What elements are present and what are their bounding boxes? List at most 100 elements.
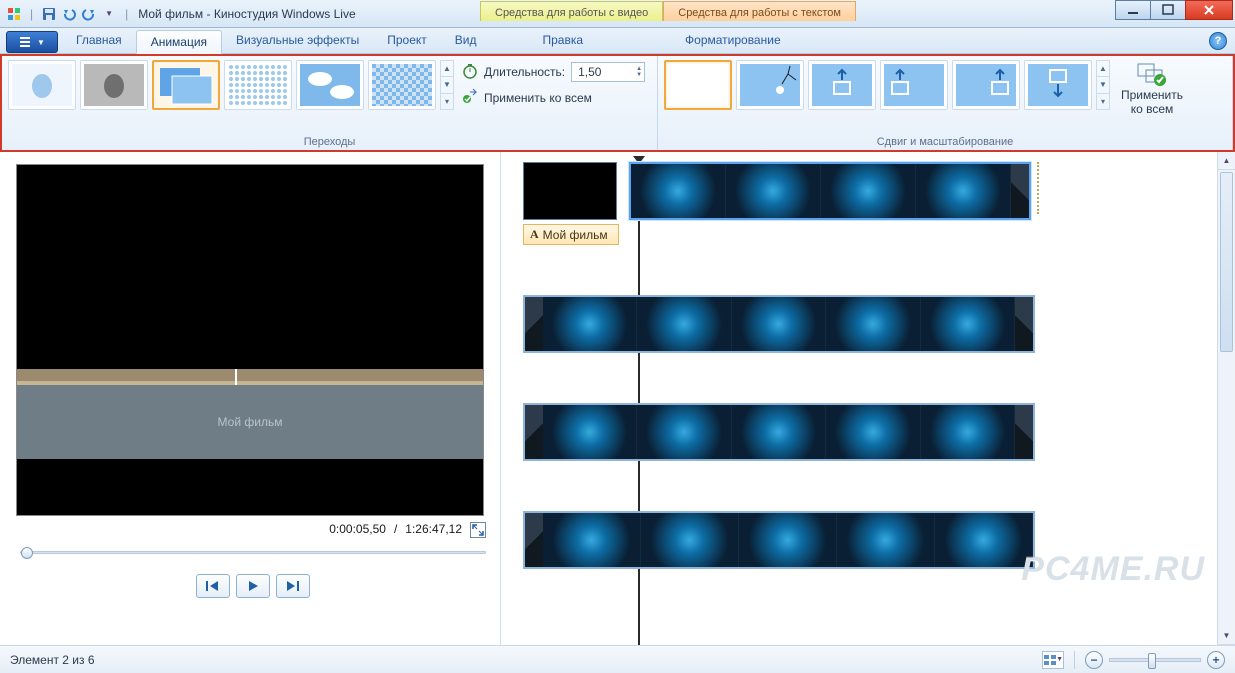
tab-home[interactable]: Главная: [62, 29, 136, 53]
transition-preset[interactable]: [224, 60, 292, 110]
duration-input[interactable]: 1,50 ▲▼: [571, 62, 645, 82]
close-button[interactable]: [1185, 0, 1233, 20]
preview-title-overlay: Мой фильм: [218, 415, 283, 429]
scrollbar-thumb[interactable]: [1220, 172, 1233, 352]
ribbon-panel: ▲▼▾ Длительность: 1,50 ▲▼ Применить ко в…: [0, 54, 1235, 152]
transition-preset[interactable]: [8, 60, 76, 110]
maximize-button[interactable]: [1150, 0, 1186, 20]
save-icon[interactable]: [41, 6, 57, 22]
timeline-clip[interactable]: [629, 162, 1031, 220]
timeline-clip[interactable]: [523, 295, 1035, 353]
transition-preset[interactable]: [296, 60, 364, 110]
tab-project[interactable]: Проект: [373, 29, 441, 53]
tab-animation[interactable]: Анимация: [136, 30, 222, 54]
scroll-down-icon[interactable]: ▼: [441, 77, 453, 93]
ribbon-group-label-panzoom: Сдвиг и масштабирование: [664, 132, 1226, 148]
fullscreen-icon[interactable]: [470, 522, 486, 538]
apply-all-line1: Применить: [1121, 88, 1183, 102]
seek-bar[interactable]: [16, 544, 490, 560]
scroll-more-icon[interactable]: ▾: [1097, 94, 1109, 109]
qat-dropdown-icon[interactable]: ▼: [101, 6, 117, 22]
duration-label: Длительность:: [484, 65, 565, 79]
file-menu-button[interactable]: ▼: [6, 31, 58, 53]
ribbon-group-label-transitions: Переходы: [8, 132, 651, 148]
video-preview[interactable]: Мой фильм: [16, 164, 484, 516]
ribbon-group-transitions: ▲▼▾ Длительность: 1,50 ▲▼ Применить ко в…: [2, 56, 658, 150]
tab-formatting[interactable]: Форматирование: [671, 29, 795, 53]
window-title: Мой фильм - Киностудия Windows Live: [136, 7, 355, 21]
scroll-up-icon[interactable]: ▲: [1218, 152, 1235, 170]
panzoom-preset[interactable]: [808, 60, 876, 110]
apply-to-all-panzoom-button[interactable]: Применить ко всем: [1118, 60, 1186, 116]
scroll-down-icon[interactable]: ▼: [1218, 627, 1235, 645]
zoom-thumb[interactable]: [1148, 653, 1156, 669]
timeline-clip[interactable]: [523, 511, 1035, 569]
zoom-slider[interactable]: [1109, 658, 1201, 662]
zoom-in-button[interactable]: +: [1207, 651, 1225, 669]
status-bar: Элемент 2 из 6 ▼ − +: [0, 645, 1235, 673]
preview-pane: Мой фильм 0:00:05,50/ 1:26:47,12: [0, 152, 500, 645]
timeline-clip[interactable]: [523, 403, 1035, 461]
panzoom-preset[interactable]: [952, 60, 1020, 110]
panzoom-gallery: ▲▼▾: [664, 60, 1110, 116]
stopwatch-icon: [462, 63, 478, 82]
context-tab-video-tools[interactable]: Средства для работы с видео: [480, 1, 663, 21]
apply-all-icon: [462, 88, 478, 107]
prev-frame-button[interactable]: [196, 574, 230, 598]
transitions-gallery-scroll[interactable]: ▲▼▾: [440, 60, 454, 110]
panzoom-gallery-scroll[interactable]: ▲▼▾: [1096, 60, 1110, 110]
playback-controls: [16, 574, 490, 598]
apply-all-icon: [1136, 60, 1168, 88]
play-button[interactable]: [236, 574, 270, 598]
view-thumbnails-button[interactable]: ▼: [1042, 651, 1064, 669]
separator: |: [30, 7, 33, 21]
ribbon-group-panzoom: ▲▼▾ Применить ко всем Сдвиг и масштабиро…: [658, 56, 1233, 150]
undo-icon[interactable]: [61, 6, 77, 22]
spin-down-icon[interactable]: ▼: [636, 72, 642, 78]
context-tab-text-tools[interactable]: Средства для работы с текстом: [663, 1, 856, 21]
timeline-vertical-scrollbar[interactable]: ▲ ▼: [1217, 152, 1235, 645]
clip-drag-handle[interactable]: [1037, 162, 1045, 214]
duration-value: 1,50: [578, 65, 601, 79]
panzoom-preset[interactable]: [880, 60, 948, 110]
scroll-up-icon[interactable]: ▲: [1097, 61, 1109, 77]
seek-thumb[interactable]: [21, 547, 33, 559]
zoom-out-button[interactable]: −: [1085, 651, 1103, 669]
timeline-title-thumbnail[interactable]: [523, 162, 617, 220]
apply-to-all-label: Применить ко всем: [484, 91, 592, 105]
time-readout: 0:00:05,50/ 1:26:47,12: [16, 516, 490, 544]
redo-icon[interactable]: [81, 6, 97, 22]
next-frame-button[interactable]: [276, 574, 310, 598]
time-total: 1:26:47,12: [405, 522, 462, 538]
status-item-count: Элемент 2 из 6: [10, 653, 95, 667]
minimize-button[interactable]: [1115, 0, 1151, 20]
transition-preset-selected[interactable]: [152, 60, 220, 110]
text-cursor: [235, 369, 237, 385]
transition-preset[interactable]: [368, 60, 436, 110]
panzoom-preset[interactable]: [1024, 60, 1092, 110]
quick-access-toolbar: | ▼ | Мой фильм - Киностудия Windows Liv…: [0, 6, 362, 22]
scroll-down-icon[interactable]: ▼: [1097, 77, 1109, 93]
panzoom-preset-selected[interactable]: [664, 60, 732, 110]
tab-view[interactable]: Вид: [441, 29, 491, 53]
transition-options: Длительность: 1,50 ▲▼ Применить ко всем: [462, 60, 645, 110]
panzoom-preset[interactable]: [736, 60, 804, 110]
app-icon: [6, 6, 22, 22]
scroll-up-icon[interactable]: ▲: [441, 61, 453, 77]
scroll-more-icon[interactable]: ▾: [441, 94, 453, 109]
transitions-gallery: ▲▼▾: [8, 60, 454, 110]
title-bar: | ▼ | Мой фильм - Киностудия Windows Liv…: [0, 0, 1235, 28]
transition-preset[interactable]: [80, 60, 148, 110]
tab-edit[interactable]: Правка: [528, 29, 597, 53]
tab-visual-effects[interactable]: Визуальные эффекты: [222, 29, 373, 53]
title-caption-text: Мой фильм: [543, 228, 608, 242]
time-current: 0:00:05,50: [329, 522, 386, 538]
apply-to-all-transitions[interactable]: Применить ко всем: [462, 88, 645, 107]
ribbon-tabs: ▼ Главная Анимация Визуальные эффекты Пр…: [0, 28, 1235, 54]
contextual-tab-headers: Средства для работы с видео Средства для…: [480, 0, 856, 28]
text-icon: A: [530, 227, 539, 242]
help-button[interactable]: ?: [1209, 32, 1227, 50]
title-caption-chip[interactable]: A Мой фильм: [523, 224, 619, 245]
content-area: Мой фильм 0:00:05,50/ 1:26:47,12 A: [0, 152, 1235, 645]
timeline-playhead[interactable]: [638, 158, 640, 645]
